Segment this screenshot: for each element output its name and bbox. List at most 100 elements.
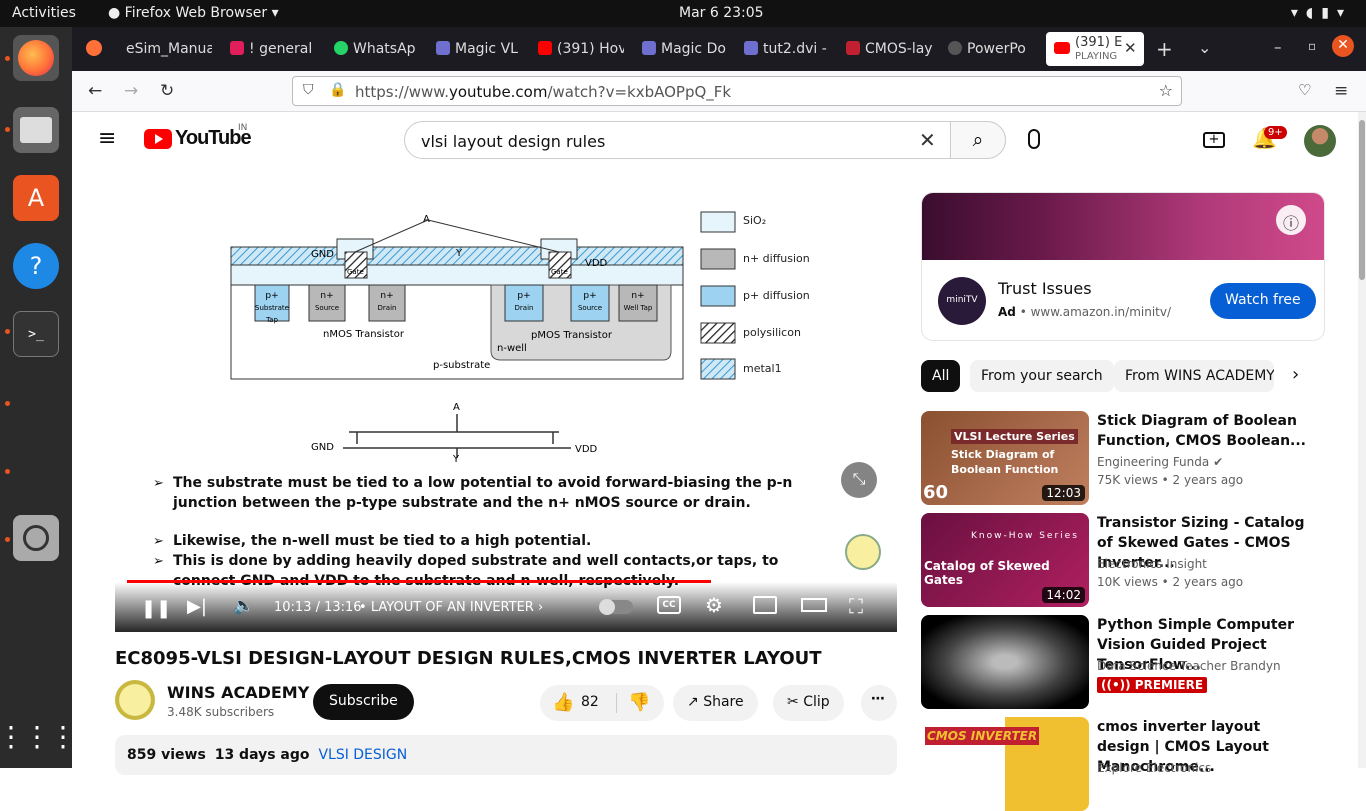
notification-count-badge: 9+: [1264, 126, 1287, 139]
pause-icon[interactable]: ❚❚: [141, 598, 171, 619]
maximize-button[interactable]: ▫: [1308, 39, 1316, 53]
files-icon[interactable]: [13, 107, 59, 153]
reload-button[interactable]: ↻: [160, 81, 174, 101]
page-scrollbar[interactable]: [1358, 112, 1366, 768]
chips-next-chevron-icon[interactable]: ›: [1292, 364, 1299, 385]
recommendation-item[interactable]: CMOS INVERTER cmos inverter layout desig…: [921, 717, 1325, 811]
heart-icon: [948, 41, 962, 55]
url-bar[interactable]: ⛉ 🔒 https://www.youtube.com/watch?v=kxbA…: [292, 76, 1182, 106]
screenshot-icon[interactable]: [13, 515, 59, 561]
video-thumbnail[interactable]: CMOS INVERTER: [921, 717, 1089, 811]
system-tray[interactable]: ▾◖▮▾: [1291, 5, 1352, 21]
clear-search-icon[interactable]: ✕: [919, 128, 936, 152]
tab-youtube-active[interactable]: (391) E PLAYING ✕: [1046, 32, 1144, 66]
chip-from-your-search[interactable]: From your search: [970, 360, 1114, 392]
next-icon[interactable]: ▶|: [187, 596, 207, 617]
voice-search-mic-icon[interactable]: [1028, 129, 1040, 149]
recommendation-item[interactable]: Python Simple Computer Vision Guided Pro…: [921, 615, 1325, 709]
ad-card[interactable]: ⓘ miniTV Trust Issues Ad • www.amazon.in…: [921, 192, 1325, 341]
share-button[interactable]: ↗ Share: [673, 685, 758, 721]
tab-magic-vlsi[interactable]: Magic VL: [436, 33, 522, 65]
show-apps-icon[interactable]: ⋮⋮⋮: [0, 713, 77, 759]
tab-powerpoint[interactable]: PowerPo: [948, 33, 1034, 65]
youtube-icon: [538, 41, 552, 55]
ad-banner[interactable]: ⓘ: [922, 193, 1324, 260]
channel-name[interactable]: WINS ACADEMY: [167, 683, 309, 702]
firefox-icon[interactable]: [13, 35, 59, 81]
recommendation-item[interactable]: Know-How Series Catalog of Skewed Gates …: [921, 513, 1325, 607]
guide-menu-icon[interactable]: ≡: [98, 126, 116, 151]
video-player[interactable]: ➢ ➢ ➢ SiO₂ n+ diffusion p+ diffusion pol…: [115, 186, 897, 632]
slack-icon: [230, 41, 244, 55]
create-video-icon[interactable]: +: [1203, 132, 1225, 148]
chapter-title[interactable]: • LAYOUT OF AN INVERTER ›: [359, 600, 543, 615]
close-tab-icon[interactable]: ✕: [1124, 39, 1137, 57]
search-input[interactable]: vlsi layout design rules ✕: [404, 121, 1006, 159]
new-tab-button[interactable]: +: [1156, 37, 1173, 61]
exit-miniplayer-icon[interactable]: ⤡: [841, 462, 877, 498]
terminal-icon[interactable]: >_: [13, 311, 59, 357]
hamburger-menu-icon[interactable]: ≡: [1334, 81, 1348, 101]
video-thumbnail[interactable]: Know-How Series Catalog of Skewed Gates …: [921, 513, 1089, 607]
scissors-icon: ✂: [787, 694, 799, 710]
activities-button[interactable]: Activities: [12, 5, 76, 21]
tab-general[interactable]: ! general: [230, 33, 316, 65]
minimize-button[interactable]: –: [1274, 38, 1282, 56]
magic-icon: [642, 41, 656, 55]
hashtag-link[interactable]: VLSI DESIGN: [318, 747, 407, 763]
miniplayer-icon[interactable]: [753, 596, 777, 614]
tab-youtube-hov[interactable]: (391) Hov: [538, 33, 624, 65]
subtitles-icon[interactable]: CC: [657, 596, 681, 614]
chip-from-wins-academy[interactable]: From WINS ACADEMY: [1114, 360, 1274, 392]
ad-title: Trust Issues: [998, 279, 1092, 298]
shield-icon[interactable]: ⛉: [303, 82, 314, 98]
bookmark-star-icon[interactable]: ☆: [1159, 81, 1173, 100]
search-button[interactable]: ⌕: [950, 121, 1006, 159]
whatsapp-icon: [334, 41, 348, 55]
watch-free-button[interactable]: Watch free: [1210, 283, 1316, 319]
tab-tut2[interactable]: tut2.dvi -: [744, 33, 830, 65]
list-tabs-chevron-icon[interactable]: ⌄: [1198, 38, 1211, 57]
magic-icon: [436, 41, 450, 55]
clock[interactable]: Mar 6 23:05: [679, 5, 764, 21]
pocket-icon[interactable]: ♡: [1298, 81, 1311, 99]
svg-text:➢: ➢: [153, 554, 164, 569]
theater-mode-icon[interactable]: [801, 598, 827, 612]
video-thumbnail[interactable]: VLSI Lecture Series Stick Diagram of Boo…: [921, 411, 1089, 505]
dock: A ? >_ ⋮⋮⋮: [0, 27, 77, 768]
magic-icon: [744, 41, 758, 55]
tab-cmos-layout[interactable]: CMOS-lay: [846, 33, 932, 65]
recommendation-item[interactable]: VLSI Lecture Series Stick Diagram of Boo…: [921, 411, 1325, 505]
back-button[interactable]: ←: [88, 81, 102, 101]
close-window-button[interactable]: ✕: [1332, 35, 1354, 57]
account-avatar[interactable]: [1304, 125, 1336, 157]
youtube-icon: [1054, 42, 1070, 54]
settings-gear-icon[interactable]: ⚙: [705, 593, 723, 617]
channel-avatar[interactable]: [115, 680, 155, 720]
tab-magic-doc[interactable]: Magic Do: [642, 33, 728, 65]
more-actions-button[interactable]: ⋯: [861, 685, 897, 721]
tab-whatsapp[interactable]: WhatsAp: [334, 33, 420, 65]
video-thumbnail[interactable]: [921, 615, 1089, 709]
info-icon[interactable]: ⓘ: [1276, 205, 1306, 235]
volume-icon[interactable]: 🔈: [233, 596, 254, 616]
autoplay-toggle[interactable]: [599, 599, 633, 615]
firefox-view-icon[interactable]: [86, 40, 102, 56]
tab-esim[interactable]: eSim_Manua: [126, 33, 212, 65]
software-center-icon[interactable]: A: [13, 175, 59, 221]
fullscreen-icon[interactable]: ⛶: [849, 594, 863, 618]
like-button[interactable]: 👍: [552, 692, 574, 713]
clip-button[interactable]: ✂ Clip: [773, 685, 844, 721]
chip-all[interactable]: All: [921, 360, 961, 392]
divider: [616, 693, 617, 713]
dislike-button[interactable]: 👎: [628, 692, 650, 713]
channel-watermark-logo[interactable]: [845, 534, 881, 570]
description-box[interactable]: 859 views 13 days ago VLSI DESIGN: [115, 735, 897, 775]
app-menu[interactable]: ● Firefox Web Browser ▾: [108, 5, 279, 21]
help-icon[interactable]: ?: [13, 243, 59, 289]
forward-button[interactable]: →: [124, 81, 138, 101]
subscribe-button[interactable]: Subscribe: [313, 684, 414, 720]
youtube-play-icon: [144, 129, 172, 149]
lock-icon[interactable]: 🔒: [329, 82, 346, 98]
time-display: 10:13 / 13:16: [274, 600, 362, 615]
